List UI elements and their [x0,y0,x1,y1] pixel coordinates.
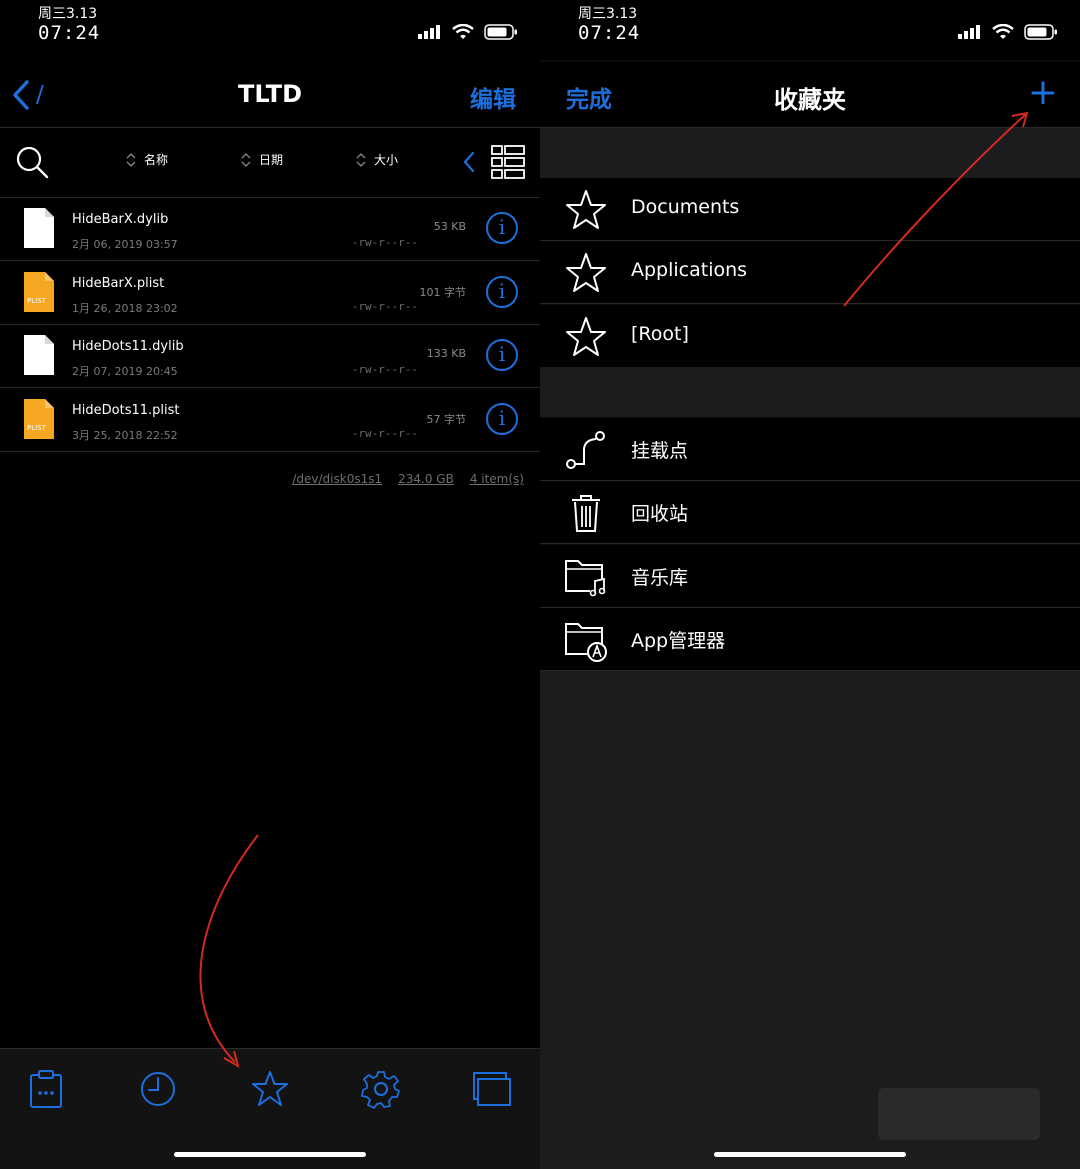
file-name: HideBarX.plist [72,275,165,291]
tab-bar [0,1048,540,1169]
file-permissions: -rw-r--r-- [351,363,418,376]
file-icon [24,335,54,375]
sort-arrows-icon [241,152,251,167]
favorite-row[interactable]: App管理器 [540,607,1080,671]
favorite-label: [Root] [631,322,689,345]
file-size: 101 字节 [419,285,467,299]
favorite-label: 音乐库 [631,566,689,589]
file-row[interactable]: HideDots11.dylib 2月 07, 2019 20:45 133 KB -… [0,325,540,388]
file-row[interactable]: PLIST HideDots11.plist 3月 25, 2018 22:52 57… [0,389,540,452]
info-icon[interactable]: i [486,339,518,371]
search-icon[interactable] [14,144,50,180]
windows-icon[interactable] [472,1069,512,1109]
info-icon[interactable]: i [486,212,518,244]
plist-badge: PLIST [27,296,46,305]
wifi-icon [452,24,474,39]
file-permissions: -rw-r--r-- [351,426,418,440]
favorite-row[interactable]: [Root] [540,304,1080,368]
page-title: TLTD [238,80,302,108]
favorite-row[interactable]: 回收站 [540,481,1080,545]
annotation-arrow [843,111,1029,307]
star-icon [564,315,608,359]
file-name: HideDots11.dylib [72,339,184,354]
sort-toolbar: 名称 日期 大小 [0,128,540,198]
battery-icon [1024,24,1057,40]
disk-info: /dev/disk0s1s1 234.0 GB 4 item(s) [292,472,524,486]
music-folder-icon [564,555,608,599]
mount-point-icon [564,428,608,472]
file-row[interactable]: PLIST HideBarX.plist 1月 26, 2018 23:02 101 … [0,262,540,325]
sort-date-label: 日期 [259,153,284,167]
section-spacer [540,367,1080,417]
navigation-bar: / TLTD 编辑 [0,62,540,128]
status-time: 07:24 [38,22,101,44]
file-size: 133 KB [426,347,466,360]
add-favorite-button[interactable]: + [1028,72,1058,113]
status-icons [958,24,1058,40]
status-date: 周三3.13 [38,6,98,22]
sort-by-size-button[interactable]: 大小 [356,151,398,168]
status-date: 周三3.13 [578,6,638,22]
sort-arrows-icon [356,152,366,167]
file-browser-screen: 周三3.13 07:24 / TLTD 编辑 名称 日期 大小 HideBarX… [0,0,540,1169]
info-icon[interactable]: i [486,275,518,308]
plist-icon: PLIST [24,398,54,439]
trash-icon [564,491,608,535]
info-icon[interactable]: i [486,402,518,435]
plist-icon: PLIST [24,271,54,312]
gear-icon[interactable] [361,1069,401,1109]
signal-icon [418,25,440,39]
file-date: 2月 07, 2019 20:45 [72,365,178,378]
file-size: 57 字节 [426,412,467,426]
edit-button[interactable]: 编辑 [470,80,516,114]
disk-path[interactable]: /dev/disk0s1s1 [292,472,382,486]
clipboard-icon[interactable] [26,1069,66,1109]
file-date: 1月 26, 2018 23:02 [72,301,178,315]
sort-arrows-icon [126,152,136,167]
list-view-icon[interactable] [490,144,526,180]
home-indicator [714,1152,906,1157]
annotation-arrow [199,834,259,1069]
battery-icon [484,24,517,40]
sort-by-name-button[interactable]: 名称 [126,151,168,168]
file-date: 2月 06, 2019 03:57 [72,238,178,251]
blurred-watermark [878,1088,1040,1140]
favorite-row[interactable]: 挂载点 [540,418,1080,481]
sort-size-label: 大小 [374,153,399,167]
sort-name-label: 名称 [144,153,169,167]
plist-badge: PLIST [27,423,46,432]
favorite-label: Documents [631,196,740,218]
file-size: 53 KB [433,220,466,233]
favorite-label: 挂载点 [631,440,689,462]
signal-icon [958,25,980,39]
favorites-screen: 周三3.13 07:24 完成 收藏夹 + Documents Applicati… [540,0,1080,1169]
item-count[interactable]: 4 item(s) [470,472,524,486]
favorite-label: App管理器 [631,629,726,652]
file-icon [24,208,54,248]
star-icon[interactable] [250,1069,290,1109]
file-permissions: -rw-r--r-- [351,299,418,313]
app-folder-icon [564,618,608,662]
file-row[interactable]: HideBarX.dylib 2月 06, 2019 03:57 53 KB -rw-… [0,198,540,261]
file-name: HideDots11.plist [72,402,180,418]
chevron-left-icon[interactable] [462,151,476,173]
file-date: 3月 25, 2018 22:52 [72,428,178,442]
home-indicator [174,1152,366,1157]
disk-capacity[interactable]: 234.0 GB [398,472,454,486]
favorite-label: 回收站 [631,503,689,526]
status-icons [418,24,518,40]
favorite-label: Applications [631,259,748,282]
file-name: HideBarX.dylib [72,212,169,227]
favorite-row[interactable]: 音乐库 [540,544,1080,608]
star-icon [564,251,608,295]
star-icon [564,188,608,232]
status-time: 07:24 [578,22,641,44]
file-permissions: -rw-r--r-- [351,236,418,249]
clock-icon[interactable] [138,1069,178,1109]
wifi-icon [992,24,1014,39]
status-bar: 周三3.13 07:24 [540,0,1080,60]
status-bar: 周三3.13 07:24 [0,0,540,60]
sort-by-date-button[interactable]: 日期 [241,151,283,168]
